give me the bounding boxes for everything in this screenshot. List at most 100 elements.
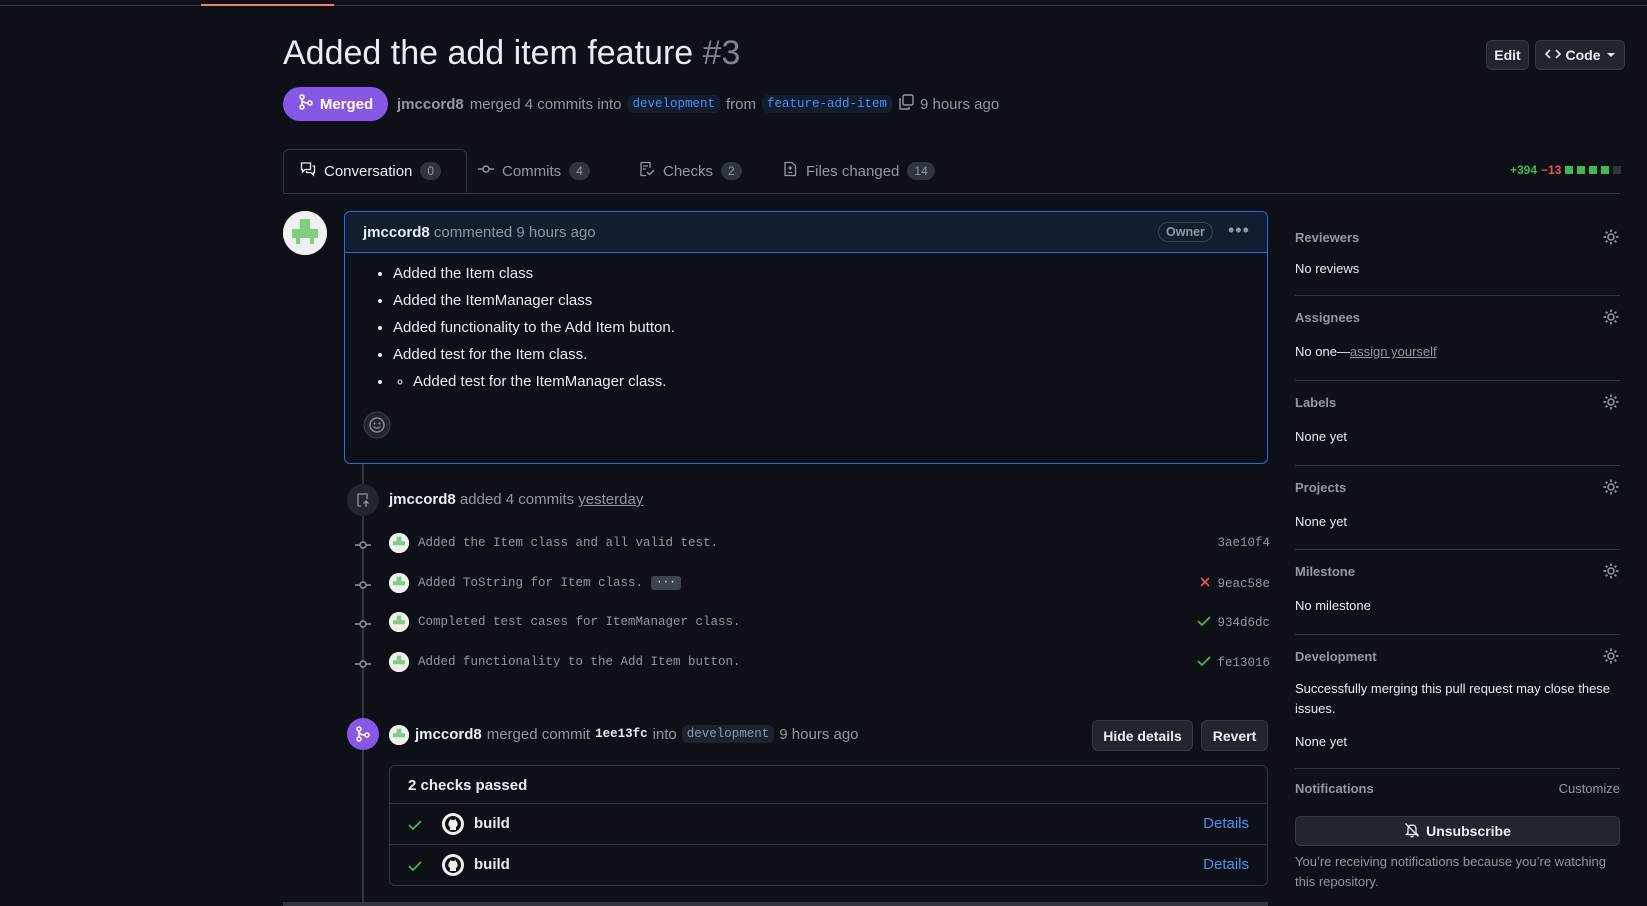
sidebar-value: None yet: [1295, 514, 1348, 529]
commit-sha[interactable]: 9eac58e: [1217, 577, 1270, 591]
merge-text: merged 4 commits into: [469, 95, 622, 113]
avatar[interactable]: [283, 211, 327, 255]
git-commit-icon: [355, 656, 371, 672]
commit-sha[interactable]: fe13016: [1217, 656, 1270, 670]
pr-description-comment: jmccord8 commented 9 hours ago Owner •••…: [344, 211, 1268, 464]
comment-meta: jmccord8 commented 9 hours ago: [363, 224, 596, 241]
event-time[interactable]: yesterday: [578, 491, 643, 508]
avatar[interactable]: [389, 725, 409, 745]
sidebar-assignees: Assignees No one—assign yourself: [1295, 295, 1620, 381]
tab-conversation[interactable]: Conversation 0: [283, 149, 467, 193]
author-link[interactable]: jmccord8: [397, 96, 464, 113]
kebab-horizontal-icon[interactable]: •••: [1228, 220, 1250, 241]
sidebar-heading[interactable]: Labels: [1295, 395, 1336, 410]
tab-counter: 2: [721, 162, 742, 180]
commit-row[interactable]: Added functionality to the Add Item butt…: [355, 650, 1270, 676]
gear-icon[interactable]: [1602, 562, 1620, 583]
event-time: 9 hours ago: [779, 725, 859, 743]
checks-title: 2 checks passed: [408, 777, 528, 794]
diffstat-block: [1589, 166, 1598, 174]
avatar[interactable]: [389, 573, 409, 593]
copy-icon[interactable]: [898, 94, 914, 114]
gear-icon[interactable]: [1602, 393, 1620, 414]
assign-yourself-link[interactable]: assign yourself: [1350, 344, 1437, 359]
check-icon[interactable]: [1197, 615, 1212, 631]
sidebar-value: None yet: [1295, 734, 1348, 749]
avatar[interactable]: [389, 533, 409, 553]
event-author[interactable]: jmccord8: [415, 726, 482, 743]
x-icon[interactable]: [1199, 576, 1211, 592]
additions-count: +394: [1510, 163, 1538, 177]
sidebar-heading[interactable]: Projects: [1295, 480, 1346, 495]
commit-row[interactable]: Added ToString for Item class. ··· 9eac58…: [355, 571, 1270, 597]
unsubscribe-button[interactable]: Unsubscribe: [1295, 816, 1620, 846]
active-nav-underline: [201, 4, 334, 6]
target-branch[interactable]: development: [681, 725, 775, 743]
comment-author[interactable]: jmccord8: [363, 224, 430, 241]
avatar[interactable]: [389, 612, 409, 632]
diffstat-block: [1577, 166, 1586, 174]
tab-counter: 14: [907, 162, 935, 180]
edit-button-label: Edit: [1494, 47, 1521, 63]
hide-details-button[interactable]: Hide details: [1092, 720, 1193, 751]
event-action: merged commit: [486, 725, 591, 743]
commit-message[interactable]: Added the Item class and all valid test.: [418, 536, 718, 550]
hide-details-label: Hide details: [1103, 727, 1182, 744]
commit-row[interactable]: Added the Item class and all valid test.…: [355, 531, 1270, 557]
base-branch[interactable]: development: [627, 95, 720, 113]
commit-message[interactable]: Added functionality to the Add Item butt…: [418, 655, 741, 669]
sidebar-development: Development Successfully merging this pu…: [1295, 634, 1620, 769]
revert-button[interactable]: Revert: [1201, 720, 1268, 751]
check-icon[interactable]: [1197, 655, 1212, 671]
commit-sha-wrap: 9eac58e: [1199, 576, 1270, 592]
sidebar-value: None yet: [1295, 429, 1348, 444]
bell-slash-icon: [1404, 822, 1420, 841]
add-reaction-button[interactable]: [363, 411, 391, 442]
gear-icon[interactable]: [1602, 228, 1620, 249]
checks-header: 2 checks passed: [390, 766, 1267, 804]
merged-label: Merged: [319, 95, 374, 113]
merge-icon: [298, 94, 314, 114]
repo-push-icon: [347, 484, 379, 516]
details-link[interactable]: Details: [1203, 815, 1249, 832]
commit-row[interactable]: Completed test cases for ItemManager cla…: [355, 610, 1270, 636]
commit-sha[interactable]: 934d6dc: [1217, 616, 1270, 630]
check-icon: [408, 859, 422, 875]
tab-label: Files changed: [806, 162, 900, 180]
commit-message[interactable]: Added ToString for Item class.: [418, 576, 643, 590]
notification-reason: You’re receiving notifications because y…: [1295, 854, 1606, 889]
pr-number: #3: [702, 34, 741, 72]
sidebar-heading[interactable]: Milestone: [1295, 564, 1355, 579]
diffstat-block: [1601, 166, 1610, 174]
checklist-icon: [639, 161, 655, 181]
details-link[interactable]: Details: [1203, 856, 1249, 873]
edit-button[interactable]: Edit: [1486, 40, 1529, 70]
sidebar-value: No reviews: [1295, 261, 1360, 276]
avatar[interactable]: [389, 652, 409, 672]
code-button[interactable]: Code: [1535, 40, 1625, 70]
github-logo-icon: [442, 854, 464, 879]
sidebar-heading[interactable]: Development: [1295, 649, 1377, 664]
expand-commit-button[interactable]: ···: [651, 576, 681, 590]
merge-summary: jmccord8 merged 4 commits into developme…: [397, 94, 999, 114]
sidebar-heading[interactable]: Reviewers: [1295, 230, 1359, 245]
tab-checks[interactable]: Checks 2: [639, 149, 742, 193]
tab-commits[interactable]: Commits 4: [478, 149, 590, 193]
sidebar-value: Successfully merging this pull request m…: [1295, 681, 1611, 716]
head-branch[interactable]: feature-add-item: [761, 95, 892, 113]
commit-sha[interactable]: 3ae10f4: [1217, 536, 1270, 550]
gear-icon[interactable]: [1602, 647, 1620, 668]
customize-link[interactable]: Customize: [1559, 781, 1620, 796]
commit-message[interactable]: Completed test cases for ItemManager cla…: [418, 615, 741, 629]
gear-icon[interactable]: [1602, 478, 1620, 499]
from-text: from: [725, 95, 756, 113]
sidebar-milestone: Milestone No milestone: [1295, 549, 1620, 635]
git-commit-icon: [355, 577, 371, 593]
tab-files-changed[interactable]: Files changed 14: [782, 149, 935, 193]
event-author[interactable]: jmccord8: [389, 491, 456, 508]
event-action: added 4 commits: [459, 491, 575, 508]
list-item: Added test for the ItemManager class.: [393, 368, 675, 395]
merge-commit-sha[interactable]: 1ee13fc: [595, 727, 648, 741]
sidebar-heading[interactable]: Assignees: [1295, 310, 1360, 325]
gear-icon[interactable]: [1602, 308, 1620, 329]
